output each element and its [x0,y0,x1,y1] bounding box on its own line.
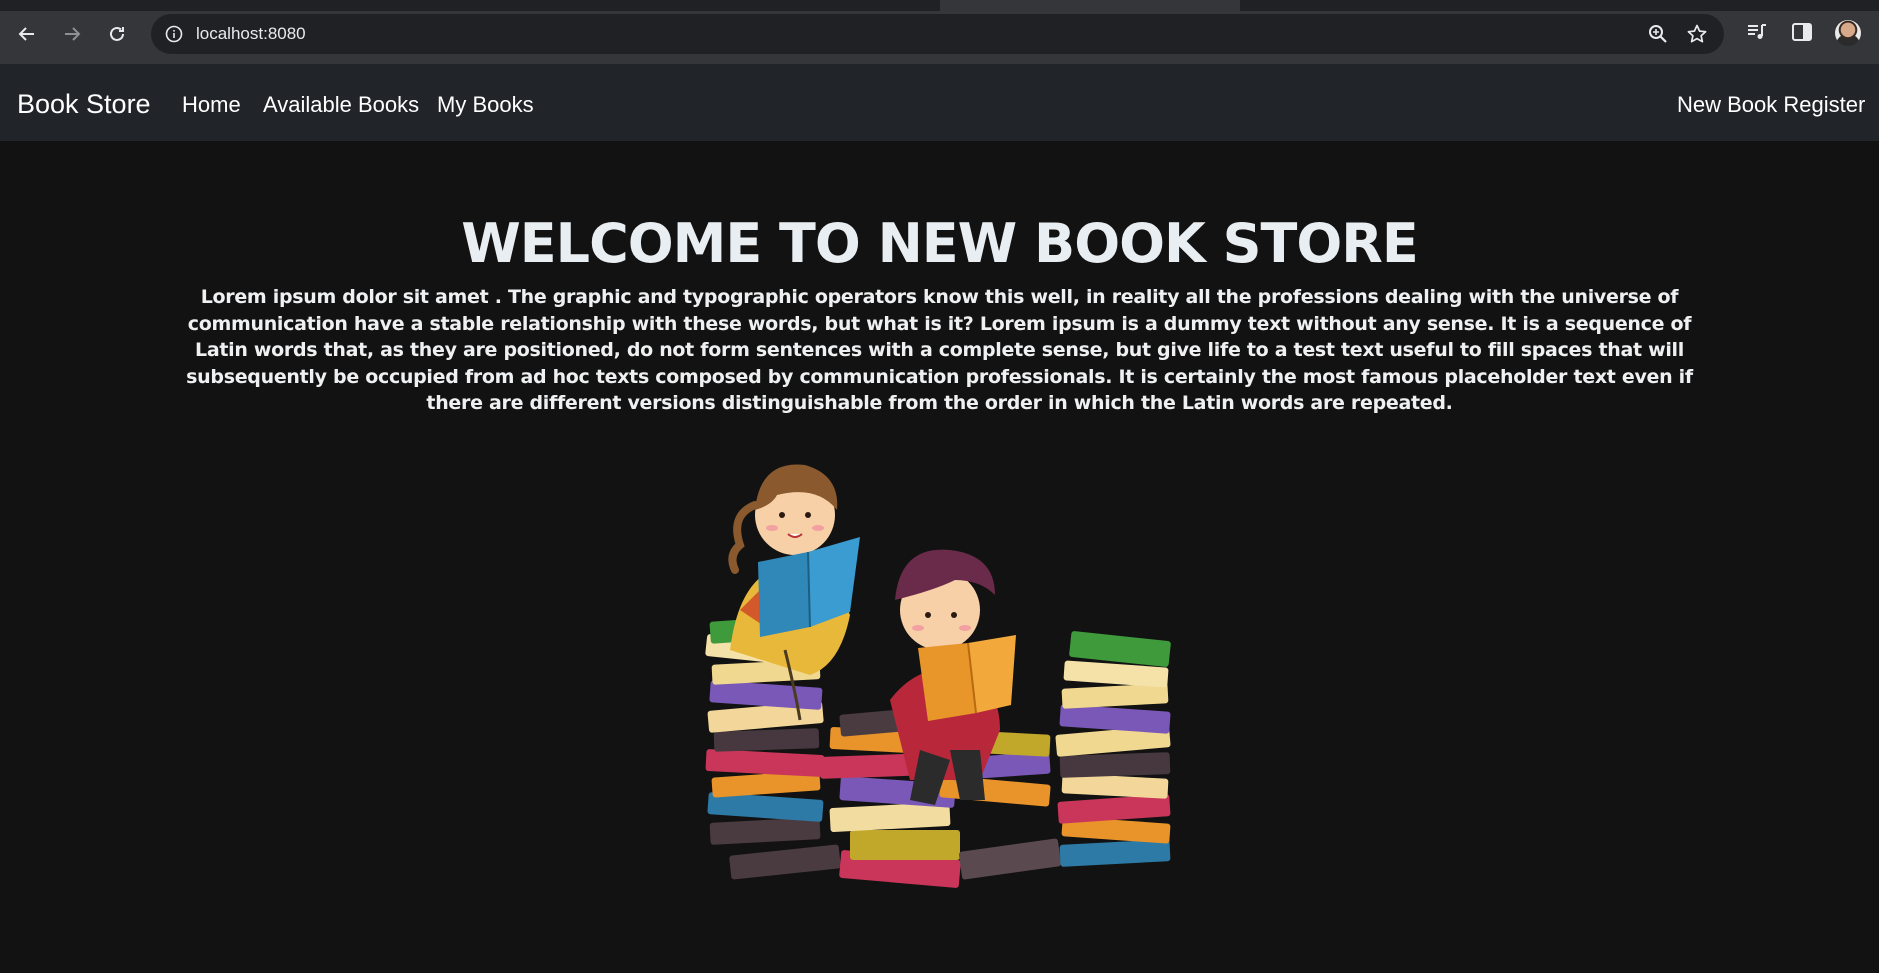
reload-icon[interactable] [103,20,131,48]
forward-icon[interactable] [58,20,86,48]
side-panel-icon[interactable] [1790,20,1814,44]
right-book-stack [1055,631,1171,867]
site-info-icon[interactable] [165,25,183,43]
kids-reading-illustration [705,464,1171,888]
nav-new-book-register-link[interactable]: New Book Register [1677,92,1865,118]
bookmark-star-icon[interactable] [1686,23,1708,45]
tab-strip [0,0,1879,11]
profile-avatar[interactable] [1835,20,1861,46]
browser-toolbar: localhost:8080 [0,0,1879,64]
brand-link[interactable]: Book Store [17,89,151,120]
nav-available-books-link[interactable]: Available Books [263,92,419,118]
url-text[interactable]: localhost:8080 [196,24,306,44]
zoom-icon[interactable] [1648,24,1668,44]
nav-home-link[interactable]: Home [182,92,241,118]
address-bar[interactable]: localhost:8080 [151,14,1724,54]
nav-my-books-link[interactable]: My Books [437,92,534,118]
intro-paragraph: Lorem ipsum dolor sit amet . The graphic… [186,286,1693,414]
media-icon[interactable] [1745,20,1769,44]
page-title: WELCOME TO NEW BOOK STORE [461,212,1419,275]
back-icon[interactable] [13,20,41,48]
active-tab-edge[interactable] [940,0,1240,11]
site-navbar: Book Store Home Available Books My Books… [0,64,1879,141]
